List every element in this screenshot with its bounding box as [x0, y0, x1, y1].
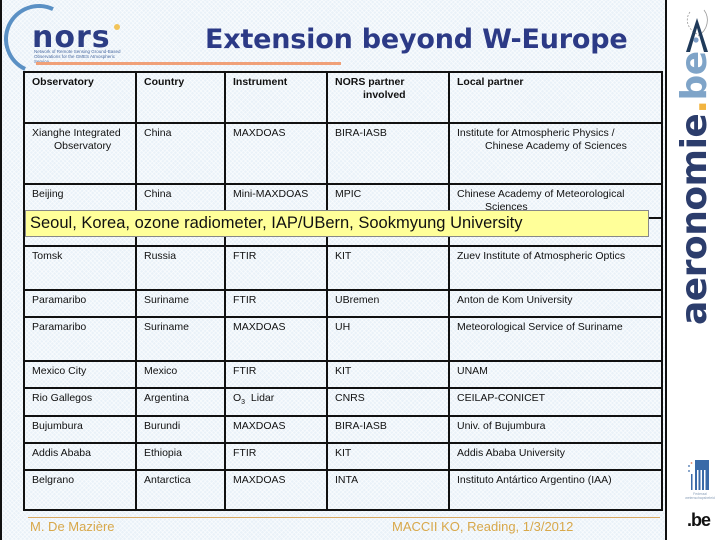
cell-nors-partner: BIRA-IASB — [326, 415, 450, 444]
cell-local-partner: Anton de Kom University — [448, 289, 663, 318]
cell-observatory: Addis Ababa — [23, 442, 137, 471]
cell-observatory: Paramaribo — [23, 289, 137, 318]
table-row: Tomsk Russia FTIR KIT Zuev Institute of … — [23, 245, 663, 291]
instrument-o3-subscript: 3 — [241, 399, 246, 407]
cell-nors-partner: CNRS — [326, 387, 450, 417]
footer-event: MACCII KO, Reading, 1/3/2012 — [392, 519, 574, 534]
cell-local-partner: UNAM — [448, 360, 663, 389]
observatory-table: Observatory Country Instrument NORS part… — [23, 71, 663, 511]
cell-local-partner: Addis Ababa University — [448, 442, 663, 471]
cell-nors-partner: UBremen — [326, 289, 450, 318]
cell-nors-partner: INTA — [326, 469, 450, 511]
cell-observatory: Tomsk — [23, 245, 137, 291]
cell-nors-partner: BIRA-IASB — [326, 122, 450, 185]
header-country: Country — [135, 71, 226, 124]
table-row: Mexico City Mexico FTIR KIT UNAM — [23, 360, 663, 389]
cell-local-partner-line1: Institute for Atmospheric Physics / — [457, 127, 615, 139]
cell-observatory: Bujumbura — [23, 415, 137, 444]
nors-logo: nors Network of Remote Sensing Ground-Ba… — [0, 0, 132, 84]
header-local-partner: Local partner — [448, 71, 663, 124]
cell-instrument: FTIR — [224, 360, 328, 389]
cell-local-partner: Institute for Atmospheric Physics / Chin… — [448, 122, 663, 185]
cell-observatory: Belgrano — [23, 469, 137, 511]
slide: nors Network of Remote Sensing Ground-Ba… — [0, 0, 667, 540]
cell-instrument: FTIR — [224, 245, 328, 291]
nors-dot-icon — [114, 24, 120, 30]
federal-science-policy-text: Federaal wetenschapsbeleid — [685, 492, 715, 500]
dot-be-logo: .be — [687, 510, 711, 530]
header-instrument: Instrument — [224, 71, 328, 124]
cell-observatory: Rio Gallegos — [23, 387, 137, 417]
cell-country: Russia — [135, 245, 226, 291]
seoul-callout: Seoul, Korea, ozone radiometer, IAP/UBer… — [25, 210, 649, 237]
federal-science-policy-logo-icon — [688, 460, 709, 490]
table-row: Paramaribo Suriname FTIR UBremen Anton d… — [23, 289, 663, 318]
cell-country: Mexico — [135, 360, 226, 389]
table-row: Rio Gallegos Argentina O3 Lidar CNRS CEI… — [23, 387, 663, 417]
cell-local-partner: Zuev Institute of Atmospheric Optics — [448, 245, 663, 291]
cell-country: Suriname — [135, 316, 226, 362]
header-observatory: Observatory — [23, 71, 137, 124]
table-row: Addis Ababa Ethiopia FTIR KIT Addis Abab… — [23, 442, 663, 471]
cell-local-partner-line2: Chinese Academy of Sciences — [485, 140, 627, 152]
cell-local-partner: Univ. of Bujumbura — [448, 415, 663, 444]
table-row: Bujumbura Burundi MAXDOAS BIRA-IASB Univ… — [23, 415, 663, 444]
header-nors-partner: NORS partner involved — [326, 71, 450, 124]
footer-author: M. De Mazière — [30, 519, 115, 534]
cell-instrument: MAXDOAS — [224, 469, 328, 511]
cell-nors-partner: UH — [326, 316, 450, 362]
slide-title: Extension beyond W-Europe — [205, 24, 628, 55]
brand-dot: . — [674, 100, 715, 114]
cell-local-partner-line1: Chinese Academy of Meteorological — [457, 188, 625, 200]
title-underline — [36, 62, 341, 65]
cell-instrument: MAXDOAS — [224, 316, 328, 362]
cell-instrument: FTIR — [224, 289, 328, 318]
cell-country: Antarctica — [135, 469, 226, 511]
brand-main: aeronomie — [674, 113, 715, 325]
cell-country: Argentina — [135, 387, 226, 417]
header-nors-partner-line1: NORS partner — [335, 76, 405, 88]
header-nors-partner-line2: involved — [363, 89, 406, 101]
aeronomie-a-logo-icon — [686, 9, 708, 52]
cell-local-partner: Meteorological Service of Suriname — [448, 316, 663, 362]
table-row: Paramaribo Suriname MAXDOAS UH Meteorolo… — [23, 316, 663, 362]
cell-local-partner: CEILAP-CONICET — [448, 387, 663, 417]
cell-country: Burundi — [135, 415, 226, 444]
cell-local-partner: Instituto Antártico Argentino (IAA) — [448, 469, 663, 511]
cell-country: Suriname — [135, 289, 226, 318]
cell-instrument: MAXDOAS — [224, 415, 328, 444]
cell-nors-partner: KIT — [326, 360, 450, 389]
cell-instrument: FTIR — [224, 442, 328, 471]
aeronomie-brand-text: aeronomie.be — [674, 51, 715, 325]
cell-instrument: O3 Lidar — [224, 387, 328, 417]
cell-country: Ethiopia — [135, 442, 226, 471]
cell-country: China — [135, 122, 226, 185]
instrument-o3-prefix: O — [233, 392, 242, 404]
cell-observatory: Mexico City — [23, 360, 137, 389]
cell-observatory-line1: Xianghe Integrated — [32, 127, 121, 139]
right-sidebar: aeronomie.be Federaal wetenschapsbeleid … — [667, 0, 720, 540]
slide-border — [0, 0, 2, 540]
footer-divider — [28, 517, 660, 518]
cell-observatory: Paramaribo — [23, 316, 137, 362]
instrument-lidar: Lidar — [250, 392, 275, 404]
cell-instrument: MAXDOAS — [224, 122, 328, 185]
cell-observatory-line2: Observatory — [54, 140, 112, 152]
table-row: Xianghe Integrated Observatory China MAX… — [23, 122, 663, 185]
cell-nors-partner: KIT — [326, 245, 450, 291]
table-header-row: Observatory Country Instrument NORS part… — [23, 71, 663, 124]
table-row: Belgrano Antarctica MAXDOAS INTA Institu… — [23, 469, 663, 511]
cell-observatory: Xianghe Integrated Observatory — [23, 122, 137, 185]
cell-nors-partner: KIT — [326, 442, 450, 471]
brand-tld: be — [674, 51, 715, 101]
